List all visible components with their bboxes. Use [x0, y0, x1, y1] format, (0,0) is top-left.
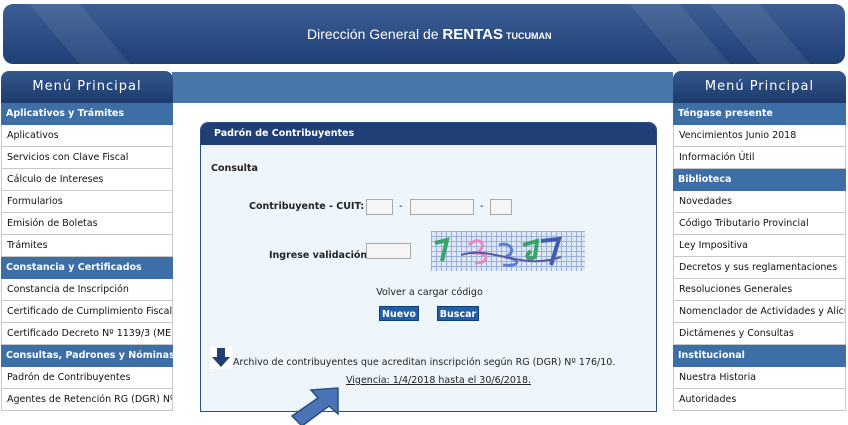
- cuit-check-input[interactable]: [490, 199, 512, 215]
- validation-label: Ingrese validación: [269, 250, 368, 261]
- menu-item-novedades[interactable]: Novedades: [673, 191, 846, 213]
- menu-item-formularios[interactable]: Formularios: [1, 191, 173, 213]
- menu-item-agentes-de-retencion-rg-dgr-n-23-02[interactable]: Agentes de Retención RG (DGR) Nº 23/02: [1, 389, 173, 411]
- validation-input[interactable]: [366, 243, 411, 259]
- menu-section-biblioteca: Biblioteca: [673, 169, 846, 191]
- menu-item-calculo-de-intereses[interactable]: Cálculo de Intereses: [1, 169, 173, 191]
- right-menu-title: Menú Principal: [673, 71, 846, 103]
- menu-item-informacion-util[interactable]: Información Útil: [673, 147, 846, 169]
- archivo-description: Archivo de contribuyentes que acreditan …: [233, 357, 616, 368]
- site-title: Dirección General de RENTAS: [307, 26, 503, 43]
- nuevo-button[interactable]: Nuevo: [379, 306, 419, 321]
- panel-title: Padrón de Contribuyentes: [201, 123, 656, 145]
- menu-section-consultas-padrones-y-nominas: Consultas, Padrones y Nóminas: [1, 345, 173, 367]
- menu-item-codigo-tributario-provincial[interactable]: Código Tributario Provincial: [673, 213, 846, 235]
- menu-item-vencimientos-junio-2018[interactable]: Vencimientos Junio 2018: [673, 125, 846, 147]
- captcha-image: [431, 231, 585, 271]
- menu-item-padron-de-contribuyentes[interactable]: Padrón de Contribuyentes: [1, 367, 173, 389]
- reload-captcha-link[interactable]: Volver a cargar código: [201, 287, 656, 298]
- pointer-arrow-icon: [290, 387, 339, 425]
- arrow-down-icon[interactable]: [210, 347, 232, 369]
- menu-item-constancia-de-inscripcion[interactable]: Constancia de Inscripción: [1, 279, 173, 301]
- menu-item-dictamenes-y-consultas[interactable]: Dictámenes y Consultas: [673, 323, 846, 345]
- right-menu: Menú Principal Téngase presente Vencimien…: [673, 71, 846, 425]
- menu-section-institucional: Institucional: [673, 345, 846, 367]
- menu-item-nuestra-historia[interactable]: Nuestra Historia: [673, 367, 846, 389]
- menu-item-ley-impositiva[interactable]: Ley Impositiva: [673, 235, 846, 257]
- menu-item-certificado-de-cumplimiento-fiscal[interactable]: Certificado de Cumplimiento Fiscal: [1, 301, 173, 323]
- consulta-label: Consulta: [211, 163, 258, 174]
- header-decoration: [12, 4, 164, 64]
- menu-item-emision-de-boletas[interactable]: Emisión de Boletas: [1, 213, 173, 235]
- menu-item-servicios-con-clave-fiscal[interactable]: Servicios con Clave Fiscal: [1, 147, 173, 169]
- buscar-button[interactable]: Buscar: [437, 306, 479, 321]
- cuit-separator: -: [480, 201, 484, 212]
- vigencia-link[interactable]: Vigencia: 1/4/2018 hasta el 30/6/2018.: [346, 375, 531, 386]
- menu-item-tramites[interactable]: Trámites: [1, 235, 173, 257]
- menu-item-autoridades[interactable]: Autoridades: [673, 389, 846, 411]
- menu-item-certificado-decreto-n-1139-3-me-10[interactable]: Certificado Decreto Nº 1139/3 (ME)-10: [1, 323, 173, 345]
- menu-item-aplicativos[interactable]: Aplicativos: [1, 125, 173, 147]
- site-subtitle: TUCUMAN: [506, 31, 552, 41]
- cuit-label: Contribuyente - CUIT:: [249, 201, 365, 212]
- padron-panel: Padrón de Contribuyentes Consulta Contri…: [200, 122, 657, 412]
- captcha-glyphs: [434, 236, 562, 267]
- left-menu: Menú Principal Aplicativos y Trámites Apl…: [1, 71, 173, 425]
- menu-section-constancia-y-certificados: Constancia y Certificados: [1, 257, 173, 279]
- cuit-number-input[interactable]: [410, 199, 474, 215]
- cuit-separator: -: [399, 201, 403, 212]
- cuit-prefix-input[interactable]: [366, 199, 393, 215]
- menu-section-tengase-presente: Téngase presente: [673, 103, 846, 125]
- left-menu-title: Menú Principal: [1, 71, 173, 103]
- site-header: Dirección General de RENTAS TUCUMAN: [3, 4, 845, 64]
- menu-item-decretos-y-sus-reglamentaciones[interactable]: Decretos y sus reglamentaciones: [673, 257, 846, 279]
- menu-item-resoluciones-generales[interactable]: Resoluciones Generales: [673, 279, 846, 301]
- menu-section-aplicativos-y-tramites: Aplicativos y Trámites: [1, 103, 173, 125]
- center-top-band: [172, 72, 673, 103]
- menu-item-nomenclador-de-actividades-y-alicuotas[interactable]: Nomenclador de Actividades y Alícuotas: [673, 301, 846, 323]
